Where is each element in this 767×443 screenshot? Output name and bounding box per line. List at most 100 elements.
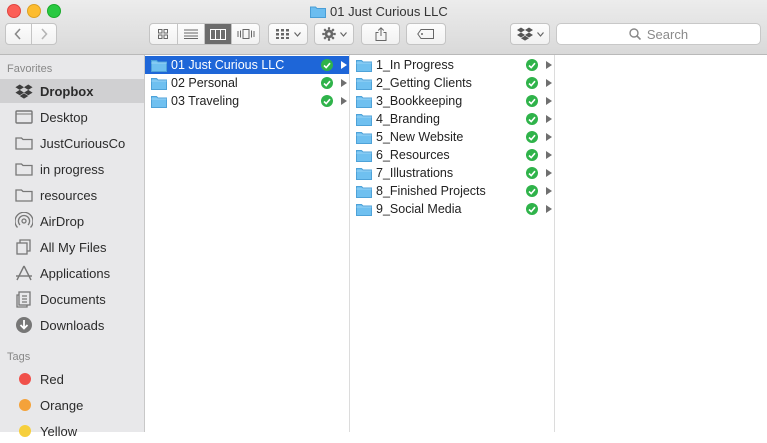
sidebar: Favorites Dropbox Desktop JustCuriousCo … <box>0 55 145 439</box>
sidebar-tag-orange[interactable]: Orange <box>0 393 144 417</box>
sidebar-item-dropbox[interactable]: Dropbox <box>0 79 144 103</box>
sidebar-item-downloads[interactable]: Downloads <box>0 313 144 337</box>
sidebar-item-label: resources <box>40 187 98 203</box>
sidebar-item-desktop[interactable]: Desktop <box>0 105 144 129</box>
sidebar-item-label: Downloads <box>40 317 105 333</box>
folder-icon <box>310 5 326 18</box>
close-window-button[interactable] <box>7 4 21 18</box>
sidebar-item-label: Red <box>40 371 64 387</box>
chevron-down-icon <box>536 31 544 37</box>
chevron-down-icon <box>339 31 347 37</box>
sidebar-item-all-my-files[interactable]: All My Files <box>0 235 144 259</box>
sidebar-item-label: JustCuriousCo <box>40 135 126 151</box>
folder-row[interactable]: 5_New Website <box>350 128 554 146</box>
chevron-left-icon <box>14 28 21 40</box>
forward-button[interactable] <box>32 24 57 44</box>
folder-row[interactable]: 4_Branding <box>350 110 554 128</box>
folder-row[interactable]: 8_Finished Projects <box>350 182 554 200</box>
sidebar-item-documents[interactable]: Documents <box>0 287 144 311</box>
folder-icon <box>14 134 34 152</box>
share-button[interactable] <box>361 23 400 45</box>
folder-icon <box>151 77 167 90</box>
folder-icon <box>14 186 34 204</box>
sidebar-item-label: Desktop <box>40 109 88 125</box>
disclosure-arrow-icon <box>341 97 347 105</box>
window-title: 01 Just Curious LLC <box>310 2 448 20</box>
disclosure-arrow-icon <box>546 79 552 87</box>
dropbox-icon <box>516 27 533 41</box>
folder-row[interactable]: 03 Traveling <box>145 92 349 110</box>
sidebar-tag-yellow[interactable]: Yellow <box>0 419 144 443</box>
airdrop-icon <box>14 212 34 230</box>
sync-status-check-icon <box>526 185 538 197</box>
folder-row[interactable]: 6_Resources <box>350 146 554 164</box>
folder-icon <box>356 185 372 198</box>
sidebar-item-label: in progress <box>40 161 105 177</box>
sync-status-check-icon <box>321 77 333 89</box>
cover-flow-button[interactable] <box>232 24 259 44</box>
sidebar-item-applications[interactable]: Applications <box>0 261 144 285</box>
folder-row[interactable]: 01 Just Curious LLC <box>145 56 349 74</box>
dropbox-menu-button[interactable] <box>510 23 550 45</box>
folder-row[interactable]: 02 Personal <box>145 74 349 92</box>
chevron-down-icon <box>293 31 301 37</box>
arrange-button[interactable] <box>268 23 308 45</box>
folder-label: 1_In Progress <box>376 58 454 72</box>
sync-status-check-icon <box>321 59 333 71</box>
folder-icon <box>356 59 372 72</box>
favorites-heading: Favorites <box>7 63 53 75</box>
share-icon <box>375 27 386 41</box>
zoom-window-button[interactable] <box>47 4 61 18</box>
sidebar-item-label: All My Files <box>40 239 107 255</box>
folder-label: 6_Resources <box>376 148 450 162</box>
sidebar-item-label: Orange <box>40 397 84 413</box>
folder-icon <box>356 131 372 144</box>
folder-label: 01 Just Curious LLC <box>171 58 285 72</box>
sidebar-tag-red[interactable]: Red <box>0 367 144 391</box>
sync-status-check-icon <box>526 59 538 71</box>
minimize-window-button[interactable] <box>27 4 41 18</box>
folder-label: 3_Bookkeeping <box>376 94 463 108</box>
documents-icon <box>14 290 34 308</box>
column-view-button[interactable] <box>205 24 233 44</box>
disclosure-arrow-icon <box>546 187 552 195</box>
edit-tags-button[interactable] <box>406 23 446 45</box>
icon-view-button[interactable] <box>150 24 178 44</box>
sync-status-check-icon <box>526 149 538 161</box>
list-view-button[interactable] <box>178 24 205 44</box>
dropbox-icon <box>14 82 34 100</box>
desktop-icon <box>14 108 34 126</box>
back-button[interactable] <box>6 24 32 44</box>
sync-status-check-icon <box>321 95 333 107</box>
folder-label: 2_Getting Clients <box>376 76 472 90</box>
folder-label: 7_Illustrations <box>376 166 454 180</box>
applications-icon <box>14 264 34 282</box>
sync-status-check-icon <box>526 131 538 143</box>
column-3 <box>555 55 767 432</box>
folder-icon <box>151 95 167 108</box>
icon-view-icon <box>158 29 169 39</box>
sidebar-item-airdrop[interactable]: AirDrop <box>0 209 144 233</box>
folder-row[interactable]: 2_Getting Clients <box>350 74 554 92</box>
window-title-text: 01 Just Curious LLC <box>330 3 448 19</box>
sidebar-item-label: Documents <box>40 291 106 307</box>
disclosure-arrow-icon <box>546 133 552 141</box>
action-button[interactable] <box>314 23 354 45</box>
folder-row[interactable]: 3_Bookkeeping <box>350 92 554 110</box>
folder-row[interactable]: 1_In Progress <box>350 56 554 74</box>
sidebar-item-in-progress[interactable]: in progress <box>0 157 144 181</box>
folder-label: 8_Finished Projects <box>376 184 486 198</box>
folder-label: 02 Personal <box>171 76 238 90</box>
sidebar-item-justcuriousco[interactable]: JustCuriousCo <box>0 131 144 155</box>
sidebar-item-label: Applications <box>40 265 111 281</box>
view-mode-control <box>149 23 260 45</box>
tags-heading: Tags <box>7 351 31 363</box>
title-bar: 01 Just Curious LLC Search <box>0 0 767 55</box>
column-2: 1_In Progress 2_Getting Clients 3_Bookkeep… <box>350 55 555 432</box>
search-field[interactable]: Search <box>556 23 761 45</box>
folder-row[interactable]: 9_Social Media <box>350 200 554 218</box>
folder-row[interactable]: 7_Illustrations <box>350 164 554 182</box>
folder-icon <box>356 77 372 90</box>
disclosure-arrow-icon <box>546 151 552 159</box>
sidebar-item-resources[interactable]: resources <box>0 183 144 207</box>
